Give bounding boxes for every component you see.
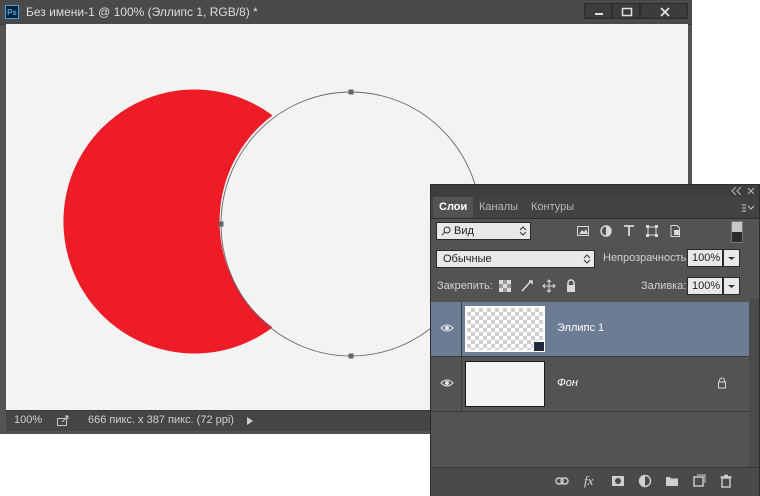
layers-bottom-toolbar: fx <box>431 467 759 496</box>
opacity-label: Непрозрачность: <box>603 252 690 264</box>
red-crescent-shape[interactable] <box>63 89 273 354</box>
shape-filter-icon[interactable] <box>645 224 659 238</box>
link-layers-icon[interactable] <box>555 474 569 488</box>
layer-name[interactable]: Фон <box>557 377 578 389</box>
add-mask-icon[interactable] <box>611 474 625 488</box>
filter-toggle-knob <box>732 222 742 232</box>
blend-mode-value: Обычные <box>443 253 492 265</box>
layer-row-background[interactable]: Фон <box>431 357 749 411</box>
row-divider <box>431 411 749 412</box>
document-info[interactable]: 666 пикс. x 387 пикс. (72 ppi) <box>88 414 234 426</box>
visibility-toggle[interactable] <box>431 357 462 411</box>
opacity-input[interactable]: 100% <box>687 249 723 267</box>
adjustment-filter-icon[interactable] <box>599 224 613 238</box>
tab-channels[interactable]: Каналы <box>473 197 524 218</box>
lock-all-icon[interactable] <box>564 279 578 293</box>
minimize-icon <box>595 13 603 15</box>
eye-icon <box>440 379 454 387</box>
document-title: Без имени-1 @ 100% (Эллипс 1, RGB/8) * <box>26 5 258 19</box>
anchor-point-top[interactable] <box>348 89 354 95</box>
panel-header-strip[interactable] <box>431 185 759 197</box>
zoom-level[interactable]: 100% <box>14 414 42 426</box>
close-button[interactable] <box>640 3 688 19</box>
tab-layers[interactable]: Слои <box>433 197 474 218</box>
fx-icon[interactable]: fx <box>584 473 593 489</box>
collapse-panel-icon[interactable] <box>731 187 743 195</box>
updown-arrows-icon <box>583 254 591 264</box>
filter-toggle-switch[interactable] <box>731 221 743 243</box>
updown-arrows-icon <box>519 226 527 236</box>
share-icon[interactable] <box>56 415 70 427</box>
image-filter-icon[interactable] <box>576 224 590 238</box>
fill-input[interactable]: 100% <box>687 277 723 295</box>
layers-scrollbar[interactable] <box>749 299 759 467</box>
play-arrow-icon[interactable] <box>246 416 254 426</box>
layer-name[interactable]: Эллипс 1 <box>557 322 604 334</box>
eye-icon <box>440 324 454 332</box>
search-icon <box>441 226 451 236</box>
restore-icon <box>621 7 633 17</box>
layer-thumbnail[interactable] <box>465 361 545 407</box>
lock-position-icon[interactable] <box>542 279 556 293</box>
panel-menu-icon[interactable] <box>741 203 755 213</box>
lock-icon <box>718 377 726 389</box>
opacity-dropdown-button[interactable] <box>723 249 740 267</box>
filter-kind-select[interactable]: Вид <box>436 222 531 240</box>
tab-paths[interactable]: Контуры <box>525 197 580 218</box>
chevron-down-icon <box>728 257 735 260</box>
minimize-button[interactable] <box>584 3 612 19</box>
lock-label: Закрепить: <box>437 280 493 292</box>
close-icon <box>660 7 670 17</box>
vector-mask-badge-icon <box>533 341 545 352</box>
anchor-point-bottom[interactable] <box>348 353 354 359</box>
layer-row-ellipse-1[interactable]: Эллипс 1 <box>431 302 749 356</box>
anchor-point-left[interactable] <box>218 221 224 227</box>
adjustment-layer-icon[interactable] <box>638 474 652 488</box>
lock-image-pixels-icon[interactable] <box>520 279 534 293</box>
crescent-thumbnail-icon <box>478 316 491 342</box>
new-layer-icon[interactable] <box>692 474 706 488</box>
new-group-icon[interactable] <box>665 474 679 488</box>
visibility-toggle[interactable] <box>431 302 462 356</box>
layers-panel: Слои Каналы Контуры Вид Обычные Непрозра… <box>430 184 760 496</box>
lock-transparent-pixels-icon[interactable] <box>498 279 512 293</box>
layer-thumbnail[interactable] <box>465 306 545 352</box>
photoshop-logo-icon: Ps <box>5 5 19 19</box>
restore-button[interactable] <box>612 3 640 19</box>
type-filter-icon[interactable] <box>622 224 636 238</box>
fill-label: Заливка: <box>641 280 687 292</box>
filter-kind-label: Вид <box>454 225 474 237</box>
title-bar[interactable]: Ps Без имени-1 @ 100% (Эллипс 1, RGB/8) … <box>0 0 692 25</box>
panel-tabs: Слои Каналы Контуры <box>431 197 759 219</box>
smart-object-filter-icon[interactable] <box>668 224 682 238</box>
chevron-down-icon <box>728 285 735 288</box>
fill-dropdown-button[interactable] <box>723 277 740 295</box>
row-divider <box>431 356 749 357</box>
close-panel-icon[interactable] <box>747 187 755 195</box>
delete-layer-icon[interactable] <box>719 474 733 488</box>
blend-mode-select[interactable]: Обычные <box>436 250 595 268</box>
